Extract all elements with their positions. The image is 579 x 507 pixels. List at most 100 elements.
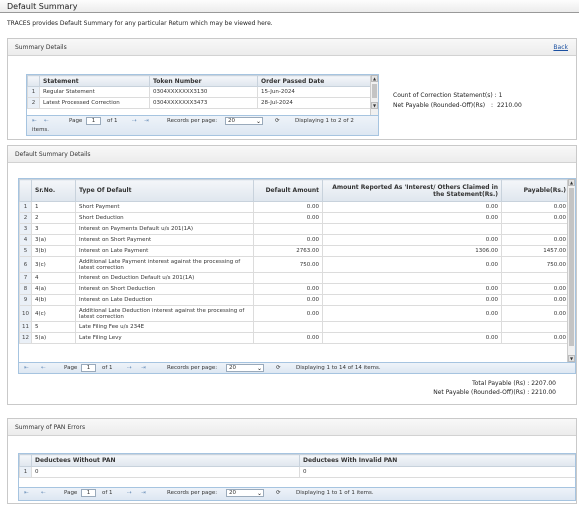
pan-errors-panel: Summary of PAN Errors Deductees Without … (7, 418, 577, 504)
default-summary-scrollbar[interactable]: ▲ ▼ (567, 179, 575, 363)
table-row[interactable]: 8 4(a) Interest on Short Deduction 0.00 0.00… (19, 283, 570, 295)
table-row[interactable]: 100 (19, 466, 575, 478)
scroll-up-icon[interactable]: ▲ (371, 75, 378, 82)
order-date-cell: 28-Jul-2024 (257, 97, 373, 109)
refresh-icon[interactable]: ⟳ (275, 118, 280, 124)
records-per-page-label: Records per page: (167, 365, 218, 371)
first-page-icon[interactable]: ⇤ (24, 365, 29, 371)
col-payable: Payable(Rs.) (501, 179, 570, 202)
summary-details-title: Summary Details (15, 44, 67, 51)
table-row[interactable]: 10 4(c) Additional Late Deduction interest… (19, 305, 570, 322)
refresh-icon[interactable]: ⟳ (276, 490, 281, 496)
amount-reported-cell (322, 223, 502, 235)
scroll-thumb[interactable] (372, 84, 377, 98)
table-row[interactable]: 4 3(a) Interest on Short Payment 0.00 0.00 0.… (19, 234, 570, 246)
records-per-page-select[interactable]: 20 ⌄ (225, 117, 263, 125)
type-of-default-cell: Interest on Deduction Default u/s 201(1A… (75, 272, 254, 284)
token-number-cell: 0304XXXXXXX3473 (149, 97, 258, 109)
table-row[interactable]: 2 2 Short Deduction 0.00 0.00 0.00 (19, 212, 570, 224)
prev-page-icon[interactable]: ⇠ (41, 490, 46, 496)
table-row[interactable]: 7 4 Interest on Deduction Default u/s 201(… (19, 272, 570, 284)
last-page-icon[interactable]: ⇥ (141, 365, 146, 371)
col-type-of-default: Type Of Default (75, 179, 254, 202)
amount-reported-cell: 0.00 (322, 212, 502, 224)
total-payable-label: Total Payable (Rs) : (472, 380, 530, 387)
amount-reported-cell: 0.00 (322, 234, 502, 246)
default-amount-cell: 0.00 (253, 305, 323, 322)
page-count: of 1 (102, 365, 113, 371)
table-row[interactable]: 11 5 Late Filing Fee u/s 234E (19, 321, 570, 333)
amount-reported-cell: 0.00 (322, 256, 502, 273)
scroll-up-icon[interactable]: ▲ (568, 179, 575, 186)
table-row[interactable]: 9 4(b) Interest on Late Deduction 0.00 0.00 0… (19, 294, 570, 306)
type-of-default-cell: Interest on Late Payment (75, 245, 254, 257)
row-number: 1 (19, 201, 32, 213)
page-number-input[interactable]: 1 (81, 489, 96, 497)
payable-cell (501, 223, 570, 235)
default-summary-totals: Total Payable (Rs) : 2207.00 Net Payable… (433, 379, 556, 397)
display-info-cont: items. (32, 127, 50, 133)
table-row[interactable]: 1 Regular Statement 0304XXXXXXX3130 15-Jun-… (27, 86, 373, 98)
table-row[interactable]: 5 3(b) Interest on Late Payment 2763.00 1306… (19, 245, 570, 257)
net-payable-sep: : (491, 102, 494, 109)
default-amount-cell: 0.00 (253, 201, 323, 213)
summary-details-pager: ⇤ ⇠ Page 1 of 1 ⇢ ⇥ Records per page: 20… (27, 115, 378, 135)
records-per-page-label: Records per page: (167, 490, 218, 496)
default-amount-cell (253, 321, 323, 333)
default-amount-cell: 0.00 (253, 283, 323, 295)
chevron-down-icon: ⌄ (256, 490, 262, 497)
prev-page-icon[interactable]: ⇠ (41, 365, 46, 371)
statement-cell: Regular Statement (39, 86, 150, 98)
total-payable-value: 2207.00 (531, 380, 556, 387)
default-summary-pager: ⇤ ⇠ Page 1 of 1 ⇢ ⇥ Records per page: 20… (19, 362, 575, 373)
pan-errors-header: Summary of PAN Errors (8, 419, 576, 436)
last-page-icon[interactable]: ⇥ (144, 118, 149, 124)
col-rownum (27, 75, 40, 87)
next-page-icon[interactable]: ⇢ (127, 490, 132, 496)
amount-reported-cell (322, 321, 502, 333)
scroll-thumb[interactable] (569, 188, 574, 346)
type-of-default-cell: Short Payment (75, 201, 254, 213)
records-per-page-select[interactable]: 20 ⌄ (226, 364, 264, 372)
token-number-cell: 0304XXXXXXX3130 (149, 86, 258, 98)
table-row[interactable]: 3 3 Interest on Payments Default u/s 201(1… (19, 223, 570, 235)
table-row[interactable]: 2 Latest Processed Correction 0304XXXXXXX3… (27, 97, 373, 109)
next-page-icon[interactable]: ⇢ (127, 365, 132, 371)
col-deductees-without-pan: Deductees Without PAN (31, 454, 300, 467)
scroll-down-icon[interactable]: ▼ (568, 355, 575, 362)
page-label: Page (69, 118, 83, 124)
statement-cell: Latest Processed Correction (39, 97, 150, 109)
table-row[interactable]: 6 3(c) Additional Late Payment interest ag… (19, 256, 570, 273)
sr-no-cell: 2 (31, 212, 76, 224)
table-row[interactable]: 12 5(a) Late Filing Levy 0.00 0.00 0.00 (19, 332, 570, 344)
records-per-page-label: Records per page: (167, 118, 218, 124)
payable-cell: 0.00 (501, 201, 570, 213)
next-page-icon[interactable]: ⇢ (132, 118, 137, 124)
payable-cell: 750.00 (501, 256, 570, 273)
first-page-icon[interactable]: ⇤ (32, 118, 37, 124)
first-page-icon[interactable]: ⇤ (24, 490, 29, 496)
page-number-input[interactable]: 1 (81, 364, 96, 372)
default-amount-cell (253, 223, 323, 235)
default-amount-cell: 750.00 (253, 256, 323, 273)
page-title-bar: Default Summary (0, 0, 579, 13)
scroll-down-icon[interactable]: ▼ (371, 102, 378, 109)
back-link[interactable]: Back (553, 44, 568, 51)
amount-reported-cell: 0.00 (322, 332, 502, 344)
records-per-page-select[interactable]: 20 ⌄ (226, 489, 264, 497)
page-number-input[interactable]: 1 (86, 117, 101, 125)
col-rownum (19, 179, 32, 202)
sr-no-cell: 4(b) (31, 294, 76, 306)
sr-no-cell: 4(a) (31, 283, 76, 295)
sr-no-cell: 4 (31, 272, 76, 284)
page-count: of 1 (107, 118, 118, 124)
type-of-default-cell: Interest on Late Deduction (75, 294, 254, 306)
last-page-icon[interactable]: ⇥ (141, 490, 146, 496)
prev-page-icon[interactable]: ⇠ (44, 118, 49, 124)
type-of-default-cell: Interest on Short Payment (75, 234, 254, 246)
default-summary-panel: Default Summary Details Sr.No. Type Of D… (7, 145, 577, 405)
chevron-down-icon: ⌄ (256, 365, 262, 372)
amount-reported-cell: 1306.00 (322, 245, 502, 257)
refresh-icon[interactable]: ⟳ (276, 365, 281, 371)
table-row[interactable]: 1 1 Short Payment 0.00 0.00 0.00 (19, 201, 570, 213)
